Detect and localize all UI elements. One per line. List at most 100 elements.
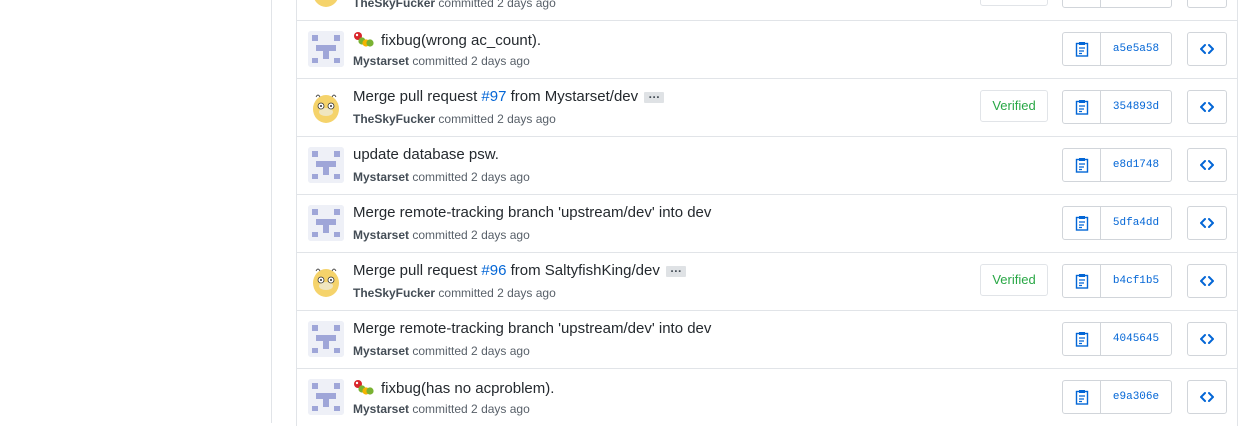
commit-message-text[interactable]: update database psw. — [353, 146, 499, 163]
psyduck-avatar[interactable] — [308, 89, 344, 125]
commit-sha[interactable]: 354893d — [1101, 91, 1171, 123]
commit-message-text[interactable]: Merge remote-tracking branch 'upstream/d… — [353, 204, 711, 221]
commit-sha[interactable]: e8d1748 — [1101, 149, 1171, 181]
identicon-avatar[interactable] — [308, 379, 344, 415]
expand-message-button[interactable]: … — [665, 262, 686, 277]
clipboard-icon — [1075, 274, 1088, 289]
commit-time: committed 2 days ago — [438, 112, 556, 126]
clipboard-icon — [1075, 332, 1088, 347]
sha-button-group: 5dfa4dd — [1062, 206, 1172, 240]
commit-time: committed 2 days ago — [412, 402, 530, 416]
clipboard-icon — [1075, 390, 1088, 405]
commit-time: committed 2 days ago — [412, 54, 530, 68]
copy-sha-button[interactable] — [1063, 33, 1101, 65]
browse-files-button[interactable] — [1187, 148, 1227, 182]
commit-message-text[interactable]: Merge pull request — [353, 88, 481, 105]
identicon-avatar[interactable] — [308, 147, 344, 183]
commit-sha[interactable]: a5e5a58 — [1101, 33, 1171, 65]
commit-time: committed 2 days ago — [412, 344, 530, 358]
commit-message-text[interactable]: Merge pull request — [353, 262, 481, 279]
commit-message[interactable]: Merge remote-tracking branch 'upstream/d… — [353, 320, 711, 337]
commit-message[interactable]: Merge pull request #96 from SaltyfishKin… — [353, 262, 686, 279]
clipboard-icon — [1075, 42, 1088, 57]
commit-message[interactable]: update database psw. — [353, 146, 499, 163]
commit-meta: Mystarset committed 2 days ago — [353, 402, 530, 416]
commit-message[interactable]: fixbug(has no acproblem). — [353, 378, 554, 400]
code-icon — [1200, 392, 1214, 402]
commit-meta: TheSkyFucker committed 2 days ago — [353, 286, 556, 300]
commit-message[interactable]: Merge remote-tracking branch 'upstream/d… — [353, 204, 711, 221]
commit-author[interactable]: TheSkyFucker — [353, 286, 435, 300]
commit-message-text[interactable]: fixbug(has no acproblem). — [381, 380, 554, 397]
commit-message[interactable]: Merge pull request #97 from Mystarset/de… — [353, 88, 665, 105]
commit-row: fixbug(wrong ac_count). Mystarset commit… — [297, 20, 1237, 78]
commit-row: Merge pull request #96 from SaltyfishKin… — [297, 252, 1237, 310]
psyduck-avatar[interactable] — [308, 0, 344, 9]
code-icon — [1200, 334, 1214, 344]
commit-row: update database psw. Mystarset committed… — [297, 136, 1237, 194]
commit-author[interactable]: TheSkyFucker — [353, 112, 435, 126]
sha-button-group: a5e5a58 — [1062, 32, 1172, 66]
identicon-avatar[interactable] — [308, 321, 344, 357]
commit-author[interactable]: Mystarset — [353, 170, 409, 184]
commit-sha[interactable] — [1101, 0, 1171, 7]
verified-badge[interactable]: Verified — [980, 90, 1048, 122]
commit-time: committed 2 days ago — [412, 170, 530, 184]
verified-badge[interactable]: Verified — [980, 264, 1048, 296]
caterpillar-emoji — [353, 378, 375, 400]
commit-author[interactable]: Mystarset — [353, 54, 409, 68]
copy-sha-button[interactable] — [1063, 0, 1101, 7]
commit-author[interactable]: Mystarset — [353, 344, 409, 358]
commit-author[interactable]: Mystarset — [353, 228, 409, 242]
commit-sha[interactable]: b4cf1b5 — [1101, 265, 1171, 297]
copy-sha-button[interactable] — [1063, 207, 1101, 239]
copy-sha-button[interactable] — [1063, 265, 1101, 297]
commit-meta: Mystarset committed 2 days ago — [353, 228, 530, 242]
copy-sha-button[interactable] — [1063, 91, 1101, 123]
sha-button-group: e9a306e — [1062, 380, 1172, 414]
sha-button-group: 4045645 — [1062, 322, 1172, 356]
commit-message-text[interactable]: from SaltyfishKing/dev — [506, 262, 660, 279]
code-icon — [1200, 218, 1214, 228]
sha-button-group — [1062, 0, 1172, 8]
commit-sha[interactable]: 4045645 — [1101, 323, 1171, 355]
commit-sha[interactable]: 5dfa4dd — [1101, 207, 1171, 239]
commit-sha[interactable]: e9a306e — [1101, 381, 1171, 413]
browse-files-button[interactable] — [1187, 380, 1227, 414]
verified-badge[interactable] — [980, 0, 1048, 6]
browse-files-button[interactable] — [1187, 322, 1227, 356]
commit-meta: Mystarset committed 2 days ago — [353, 170, 530, 184]
psyduck-avatar[interactable] — [308, 263, 344, 299]
sha-button-group: e8d1748 — [1062, 148, 1172, 182]
commit-author[interactable]: TheSkyFucker — [353, 0, 435, 10]
code-icon — [1200, 102, 1214, 112]
commit-author[interactable]: Mystarset — [353, 402, 409, 416]
copy-sha-button[interactable] — [1063, 381, 1101, 413]
browse-files-button[interactable] — [1187, 32, 1227, 66]
expand-message-button[interactable]: … — [644, 88, 665, 103]
clipboard-icon — [1075, 216, 1088, 231]
sha-button-group: 354893d — [1062, 90, 1172, 124]
commit-message-text[interactable]: fixbug(wrong ac_count). — [381, 32, 541, 49]
copy-sha-button[interactable] — [1063, 149, 1101, 181]
browse-files-button[interactable] — [1187, 264, 1227, 298]
commit-row: Merge remote-tracking branch 'upstream/d… — [297, 194, 1237, 252]
commit-row: Merge remote-tracking branch 'upstream/d… — [297, 310, 1237, 368]
commit-row: fixbug(has no acproblem). Mystarset comm… — [297, 368, 1237, 426]
code-icon — [1200, 44, 1214, 54]
commit-time: committed 2 days ago — [438, 286, 556, 300]
browse-files-button[interactable] — [1187, 0, 1227, 8]
pull-request-link[interactable]: #97 — [481, 88, 506, 105]
code-icon — [1200, 276, 1214, 286]
commit-message-text[interactable]: Merge remote-tracking branch 'upstream/d… — [353, 320, 711, 337]
identicon-avatar[interactable] — [308, 205, 344, 241]
commit-message-text[interactable]: from Mystarset/dev — [506, 88, 639, 105]
copy-sha-button[interactable] — [1063, 323, 1101, 355]
caterpillar-emoji — [353, 30, 375, 52]
browse-files-button[interactable] — [1187, 90, 1227, 124]
clipboard-icon — [1075, 158, 1088, 173]
pull-request-link[interactable]: #96 — [481, 262, 506, 279]
commit-message[interactable]: fixbug(wrong ac_count). — [353, 30, 541, 52]
browse-files-button[interactable] — [1187, 206, 1227, 240]
identicon-avatar[interactable] — [308, 31, 344, 67]
